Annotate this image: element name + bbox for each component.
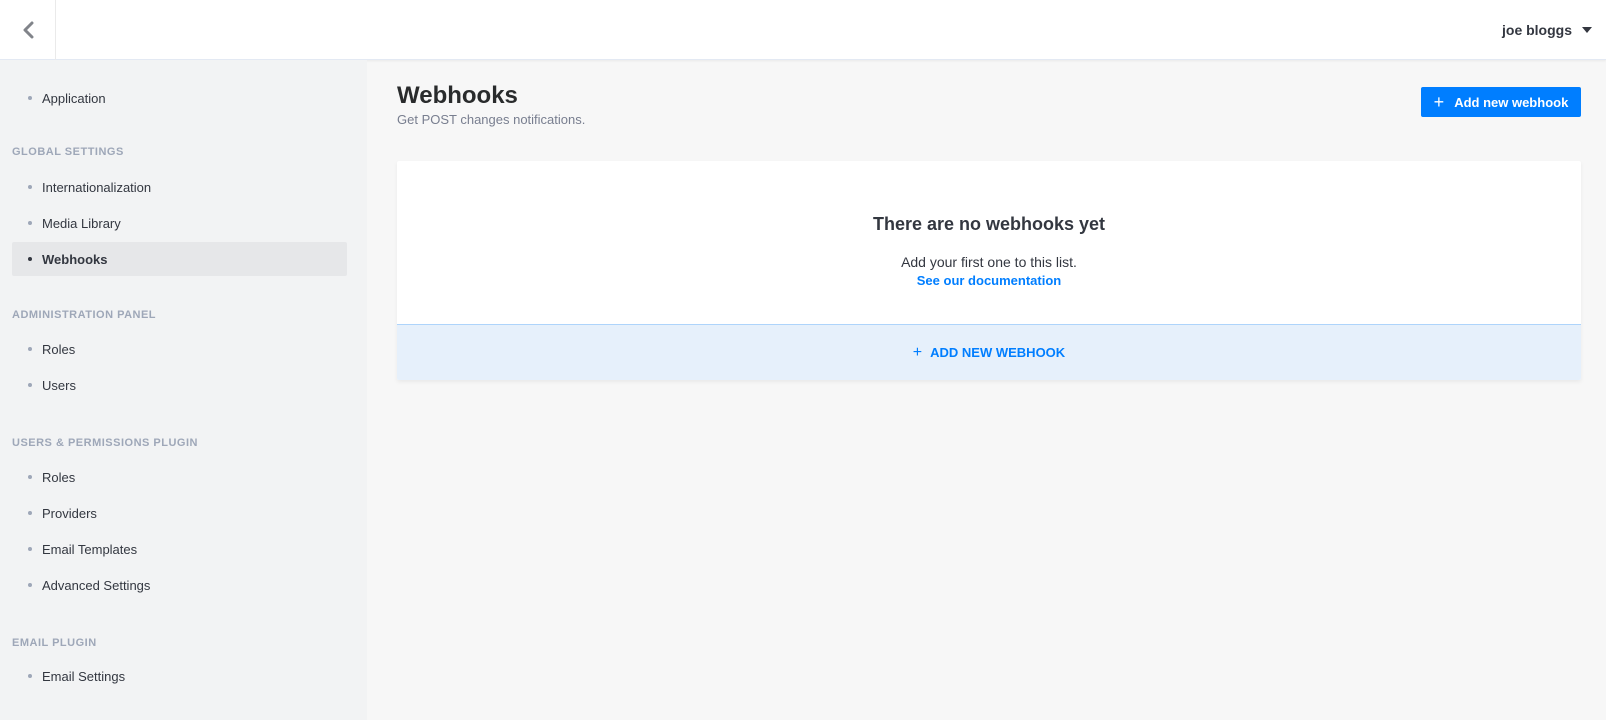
- add-new-webhook-label: Add new webhook: [1454, 94, 1569, 110]
- empty-state-text: Add your first one to this list.: [901, 254, 1077, 270]
- bullet-icon: [28, 383, 32, 387]
- sidebar-item-label: Application: [42, 90, 106, 106]
- sidebar-item-label: Email Settings: [42, 668, 126, 684]
- sidebar-item-label: Roles: [42, 341, 76, 357]
- add-new-webhook-footer-button[interactable]: + ADD NEW WEBHOOK: [397, 324, 1581, 380]
- sidebar-item-application[interactable]: Application: [12, 81, 347, 115]
- plus-icon: +: [1433, 92, 1445, 112]
- user-name: joe bloggs: [1502, 22, 1572, 38]
- section-title-administration-panel: ADMINISTRATION PANEL: [12, 309, 157, 321]
- section-title-email-plugin: EMAIL PLUGIN: [12, 637, 97, 649]
- top-bar: joe bloggs: [0, 0, 1606, 60]
- bullet-icon: [28, 347, 32, 351]
- sidebar-item-label: Internationalization: [42, 179, 152, 195]
- bullet-icon: [28, 674, 32, 678]
- main-content: Webhooks Get POST changes notifications.…: [367, 60, 1606, 720]
- chevron-left-icon: [23, 21, 33, 39]
- sidebar-item-label: Roles: [42, 469, 76, 485]
- sidebar-item-webhooks[interactable]: Webhooks: [12, 242, 347, 276]
- bullet-icon: [28, 257, 32, 261]
- sidebar-item-label: Webhooks: [42, 251, 108, 267]
- add-new-webhook-footer-label: ADD NEW WEBHOOK: [930, 345, 1066, 360]
- sidebar-item-label: Providers: [42, 505, 97, 521]
- sidebar-item-advanced-settings[interactable]: Advanced Settings: [12, 568, 347, 602]
- sidebar-item-label: Advanced Settings: [42, 577, 151, 593]
- sidebar-item-providers[interactable]: Providers: [12, 496, 347, 530]
- bullet-icon: [28, 185, 32, 189]
- empty-state-title: There are no webhooks yet: [872, 214, 1106, 234]
- documentation-link[interactable]: See our documentation: [397, 273, 1581, 288]
- sidebar-item-up-roles[interactable]: Roles: [12, 460, 347, 494]
- back-button[interactable]: [0, 0, 56, 60]
- sidebar-item-internationalization[interactable]: Internationalization: [12, 170, 347, 204]
- webhooks-list-card: There are no webhooks yet Add your first…: [397, 161, 1581, 380]
- user-menu[interactable]: joe bloggs: [1502, 0, 1592, 60]
- sidebar-item-label: Email Templates: [42, 541, 138, 557]
- settings-sidebar: Application GLOBAL SETTINGS Internationa…: [0, 60, 367, 720]
- page-title: Webhooks: [397, 82, 518, 109]
- sidebar-item-email-settings[interactable]: Email Settings: [12, 659, 347, 693]
- bullet-icon: [28, 547, 32, 551]
- plus-icon: +: [912, 343, 923, 361]
- page-subtitle: Get POST changes notifications.: [397, 112, 586, 127]
- sidebar-item-label: Media Library: [42, 215, 121, 231]
- bullet-icon: [28, 475, 32, 479]
- sidebar-item-email-templates[interactable]: Email Templates: [12, 532, 347, 566]
- sidebar-item-admin-users[interactable]: Users: [12, 368, 347, 402]
- section-title-global-settings: GLOBAL SETTINGS: [12, 146, 124, 158]
- sidebar-item-media-library[interactable]: Media Library: [12, 206, 347, 240]
- bullet-icon: [28, 96, 32, 100]
- documentation-link-label: See our documentation: [916, 273, 1062, 288]
- sidebar-item-label: Users: [42, 377, 76, 393]
- sidebar-item-admin-roles[interactable]: Roles: [12, 332, 347, 366]
- section-title-users-permissions-plugin: USERS & PERMISSIONS PLUGIN: [12, 437, 198, 449]
- bullet-icon: [28, 221, 32, 225]
- add-new-webhook-button[interactable]: + Add new webhook: [1421, 87, 1581, 117]
- bullet-icon: [28, 583, 32, 587]
- caret-down-icon: [1582, 27, 1592, 33]
- bullet-icon: [28, 511, 32, 515]
